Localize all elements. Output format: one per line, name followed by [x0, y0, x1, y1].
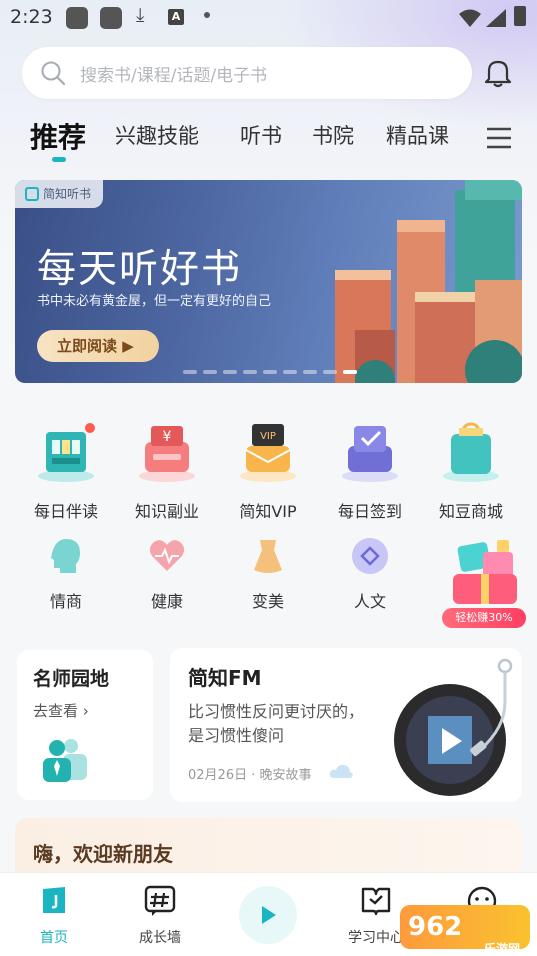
- grid-label: 健康: [150, 592, 183, 611]
- city-buildings-illustration: [335, 180, 522, 383]
- vinyl-record-icon[interactable]: [392, 658, 522, 798]
- teacher-card-link[interactable]: 去查看 ›: [33, 700, 89, 721]
- grid-item-promo[interactable]: [440, 538, 530, 612]
- money-register-icon: ¥: [139, 426, 195, 482]
- player-button[interactable]: [239, 886, 297, 944]
- site-watermark: 962 乐游网: [400, 905, 530, 956]
- grid-item-humanities[interactable]: 人文: [320, 536, 420, 612]
- calendar-check-icon: [342, 426, 398, 482]
- grid-item-eq[interactable]: 情商: [16, 536, 116, 612]
- nav-home[interactable]: 首页: [14, 885, 94, 947]
- grid-item-vip[interactable]: VIP 简知VIP: [218, 420, 318, 522]
- carousel-dot[interactable]: [263, 370, 277, 374]
- diamond-icon: [352, 538, 388, 574]
- carousel-dot[interactable]: [183, 370, 197, 374]
- teacher-garden-card[interactable]: 名师园地 去查看 ›: [17, 650, 153, 800]
- signal-icon: [486, 9, 506, 27]
- tab-indicator: [52, 157, 66, 162]
- cloud-icon: [329, 764, 353, 778]
- grid-item-daily-checkin[interactable]: 每日签到: [320, 420, 420, 522]
- head-icon: [51, 539, 80, 573]
- teachers-icon: [43, 739, 87, 782]
- status-time: 2:23: [10, 6, 53, 28]
- vip-icon: VIP: [240, 424, 296, 482]
- bell-icon[interactable]: [484, 58, 512, 88]
- more-notifications-icon: [204, 12, 210, 18]
- search-icon: [41, 61, 66, 86]
- welcome-text: 嗨，欢迎新朋友: [33, 842, 173, 866]
- teacher-card-title: 名师园地: [33, 668, 110, 690]
- search-placeholder: 搜索书/课程/话题/电子书: [80, 66, 268, 86]
- battery-icon: [514, 6, 526, 26]
- bookshelf-icon: [38, 423, 95, 482]
- grid-item-beauty[interactable]: 变美: [218, 536, 318, 612]
- grid-label: 知识副业: [134, 502, 199, 521]
- notification-icon: [100, 7, 122, 29]
- grid-item-daily-reading[interactable]: 每日伴读: [16, 420, 116, 522]
- status-bar: 2:23 ⤓ A: [0, 0, 537, 36]
- home-icon: [43, 887, 65, 913]
- menu-icon[interactable]: [486, 127, 512, 149]
- book-check-icon: [361, 887, 391, 916]
- banner-subtitle: 书中未必有黄金屋，但一定有更好的自己: [37, 294, 272, 309]
- carousel-dots: [183, 370, 357, 374]
- grid-label: 简知VIP: [239, 502, 297, 521]
- download-icon: ⤓: [136, 4, 145, 26]
- grid-item-health[interactable]: 健康: [117, 536, 217, 612]
- promo-badge[interactable]: 轻松赚30%: [442, 608, 526, 628]
- tab-recommend[interactable]: 推荐: [30, 116, 86, 156]
- gift-box-icon: [453, 540, 517, 604]
- book-icon: [25, 187, 39, 201]
- grid-label: 每日伴读: [33, 502, 98, 521]
- nav-growth-wall[interactable]: 成长墙: [120, 885, 200, 947]
- grid-label: 每日签到: [337, 502, 402, 521]
- banner-tag-label: 简知听书: [43, 187, 92, 201]
- heart-pulse-icon: [149, 540, 185, 571]
- banner-title: 每天听好书: [37, 247, 243, 292]
- tab-interest-skills[interactable]: 兴趣技能: [115, 120, 199, 150]
- hashtag-icon: [144, 885, 176, 916]
- carousel-dot[interactable]: [303, 370, 317, 374]
- grid-item-knowledge-side-job[interactable]: ¥ 知识副业: [117, 420, 217, 522]
- a-icon: A: [168, 9, 184, 25]
- grid-label: 情商: [49, 592, 82, 611]
- nav-label: 成长墙: [139, 930, 181, 946]
- fm-card-title: 简知FM: [188, 666, 262, 690]
- dress-icon: [254, 540, 282, 573]
- play-icon: [262, 906, 276, 924]
- promo-banner[interactable]: 简知听书 每天听好书 书中未必有黄金屋，但一定有更好的自己 立即阅读 ▶: [15, 180, 522, 383]
- nav-label: 首页: [40, 930, 68, 946]
- fm-card[interactable]: 简知FM 比习惯性反问更讨厌的，是习惯性傻问 02月26日 · 晚安故事: [170, 648, 522, 802]
- carousel-dot[interactable]: [203, 370, 217, 374]
- carousel-dot[interactable]: [223, 370, 237, 374]
- svg-text:¥: ¥: [163, 429, 172, 445]
- grid-item-points-mall[interactable]: 知豆商城: [421, 420, 521, 522]
- grid-label: 知豆商城: [438, 502, 503, 521]
- tab-academy[interactable]: 书院: [312, 120, 354, 150]
- carousel-dot[interactable]: [323, 370, 337, 374]
- wifi-icon: [459, 9, 481, 27]
- search-bar[interactable]: 搜索书/课程/话题/电子书: [22, 47, 472, 99]
- fm-card-meta: 02月26日 · 晚安故事: [188, 768, 312, 783]
- shopping-bag-icon: [443, 422, 499, 482]
- tab-audiobooks[interactable]: 听书: [240, 120, 282, 150]
- svg-text:VIP: VIP: [260, 431, 276, 442]
- watermark-subtext: 乐游网: [483, 942, 520, 956]
- carousel-dot[interactable]: [283, 370, 297, 374]
- watermark-text: 962: [408, 912, 463, 942]
- category-tabs: 推荐 兴趣技能 听书 书院 精品课: [0, 110, 537, 166]
- tab-premium-courses[interactable]: 精品课: [386, 120, 449, 150]
- read-now-button[interactable]: 立即阅读 ▶: [37, 330, 159, 362]
- notification-icon: [66, 7, 88, 29]
- grid-label: 人文: [353, 592, 386, 611]
- fm-card-description: 比习惯性反问更讨厌的，是习惯性傻问: [188, 702, 365, 745]
- banner-tag: 简知听书: [15, 180, 104, 208]
- grid-label: 变美: [251, 592, 284, 611]
- carousel-dot[interactable]: [243, 370, 257, 374]
- carousel-dot[interactable]: [343, 370, 357, 374]
